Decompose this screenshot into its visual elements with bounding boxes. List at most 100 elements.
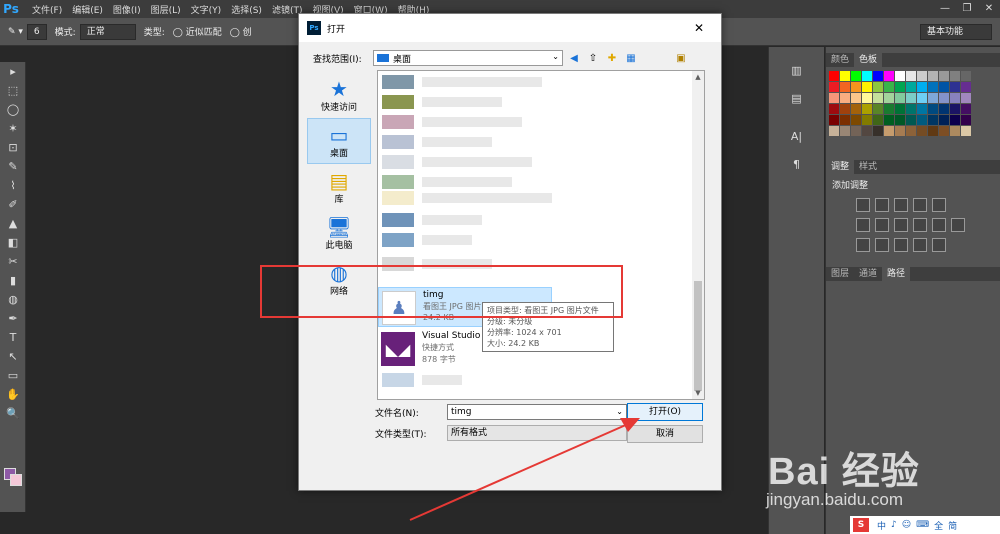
color-swatch[interactable] (961, 126, 971, 136)
color-swatch[interactable] (950, 71, 960, 81)
color-swatch[interactable] (939, 71, 949, 81)
color-swatch[interactable] (851, 115, 861, 125)
brightness-icon[interactable] (856, 198, 870, 212)
scroll-down-icon[interactable]: ▼ (692, 387, 704, 399)
pen-tool-icon[interactable]: ✒ (0, 309, 26, 328)
color-swatch[interactable] (950, 126, 960, 136)
menu-image[interactable]: 图像(I) (113, 3, 141, 16)
color-swatch[interactable] (961, 93, 971, 103)
scroll-up-icon[interactable]: ▲ (692, 71, 704, 83)
type-option-create[interactable]: ◯ 创 (230, 25, 252, 38)
ime-keyboard-icon[interactable]: ⌨ (916, 520, 929, 530)
scroll-thumb[interactable] (694, 281, 702, 391)
brush-tool-icon[interactable]: ✎ ▾ (8, 27, 23, 37)
move-tool-icon[interactable]: ▸ (0, 62, 26, 81)
color-swatch[interactable] (961, 71, 971, 81)
sogou-logo-icon[interactable]: S (853, 518, 869, 532)
place-libraries[interactable]: ▤ 库 (307, 164, 371, 210)
actions-panel-icon[interactable]: ▤ (782, 87, 812, 109)
workspace-select[interactable]: 基本功能 (920, 24, 992, 40)
color-swatch[interactable] (873, 93, 883, 103)
color-swatch[interactable] (939, 115, 949, 125)
ime-fullwidth-toggle[interactable]: 全 (934, 519, 943, 532)
paragraph-panel-icon[interactable]: ¶ (782, 153, 812, 175)
mode-select[interactable]: 正常 (79, 23, 136, 40)
menu-edit[interactable]: 编辑(E) (72, 3, 103, 16)
color-swatch[interactable] (873, 115, 883, 125)
up-folder-icon[interactable]: ⇧ (585, 50, 601, 66)
blurred-file-row[interactable] (382, 155, 532, 169)
curves-icon[interactable] (894, 198, 908, 212)
color-swatch[interactable] (917, 115, 927, 125)
menu-select[interactable]: 选择(S) (231, 3, 262, 16)
blurred-file-row[interactable] (382, 175, 512, 189)
path-select-tool-icon[interactable]: ↖ (0, 347, 26, 366)
color-swatch[interactable] (928, 82, 938, 92)
character-panel-icon[interactable]: A| (782, 125, 812, 147)
color-swatch[interactable] (829, 71, 839, 81)
color-swatch[interactable] (829, 93, 839, 103)
lookin-select[interactable]: 桌面 ⌄ (373, 50, 563, 66)
view-menu-icon[interactable]: ▦ (623, 50, 639, 66)
color-swatch[interactable] (917, 126, 927, 136)
filetype-select[interactable]: 所有格式 (447, 425, 627, 441)
history-panel-icon[interactable]: ▥ (782, 59, 812, 81)
brush-size-picker[interactable]: 6 (26, 23, 47, 40)
color-swatch[interactable] (851, 82, 861, 92)
menu-type[interactable]: 文字(Y) (191, 3, 222, 16)
color-swatch[interactable] (829, 104, 839, 114)
color-swatch[interactable] (928, 115, 938, 125)
invert-icon[interactable] (856, 238, 870, 252)
color-swatch[interactable] (928, 104, 938, 114)
color-swatch[interactable] (851, 104, 861, 114)
color-swatch[interactable] (906, 93, 916, 103)
shape-tool-icon[interactable]: ▭ (0, 366, 26, 385)
black-white-icon[interactable] (894, 218, 908, 232)
color-swatch[interactable] (928, 93, 938, 103)
color-swatch[interactable] (862, 115, 872, 125)
gradient-map-icon[interactable] (932, 238, 946, 252)
history-brush-tool-icon[interactable]: ◧ (0, 233, 26, 252)
color-swatch[interactable] (840, 126, 850, 136)
filename-input[interactable]: timg ⌄ (447, 404, 627, 420)
tab-layers[interactable]: 图层 (826, 267, 854, 281)
selective-color-icon[interactable] (913, 238, 927, 252)
color-balance-icon[interactable] (875, 218, 889, 232)
back-icon[interactable]: ◀ (566, 50, 582, 66)
color-swatch[interactable] (906, 126, 916, 136)
tab-styles[interactable]: 样式 (854, 160, 882, 174)
chevron-down-icon[interactable]: ⌄ (616, 405, 623, 419)
color-swatch[interactable] (862, 104, 872, 114)
hand-tool-icon[interactable]: ✋ (0, 385, 26, 404)
channel-mixer-icon[interactable] (932, 218, 946, 232)
dialog-close-icon[interactable]: ✕ (677, 14, 721, 42)
tab-adjustments[interactable]: 调整 (826, 160, 855, 174)
exposure-icon[interactable] (913, 198, 927, 212)
color-swatch[interactable] (928, 126, 938, 136)
blurred-file-row[interactable] (382, 213, 482, 227)
ime-simplified-toggle[interactable]: 简 (948, 519, 957, 532)
type-tool-icon[interactable]: T (0, 328, 26, 347)
minimize-button[interactable]: — (934, 0, 956, 18)
color-swatch[interactable] (895, 115, 905, 125)
brush-tool-icon[interactable]: ✐ (0, 195, 26, 214)
color-swatch[interactable] (873, 104, 883, 114)
color-swatch[interactable] (851, 126, 861, 136)
blurred-file-row[interactable] (382, 75, 542, 89)
close-button[interactable]: ✕ (978, 0, 1000, 18)
cancel-button[interactable]: 取消 (627, 425, 703, 443)
color-swatch[interactable] (906, 82, 916, 92)
color-swatch[interactable] (950, 82, 960, 92)
ime-emoji-icon[interactable]: ☺ (902, 520, 911, 530)
color-swatch[interactable] (895, 104, 905, 114)
open-button[interactable]: 打开(O) (627, 403, 703, 421)
color-swatch[interactable] (862, 71, 872, 81)
color-swatch[interactable] (862, 126, 872, 136)
color-swatch[interactable] (829, 115, 839, 125)
color-swatch[interactable] (829, 82, 839, 92)
tab-swatches[interactable]: 色板 (854, 53, 883, 67)
ime-voice-icon[interactable]: ♪ (891, 520, 897, 530)
marquee-tool-icon[interactable]: ⬚ (0, 81, 26, 100)
zoom-tool-icon[interactable]: 🔍 (0, 404, 26, 423)
vibrance-icon[interactable] (932, 198, 946, 212)
